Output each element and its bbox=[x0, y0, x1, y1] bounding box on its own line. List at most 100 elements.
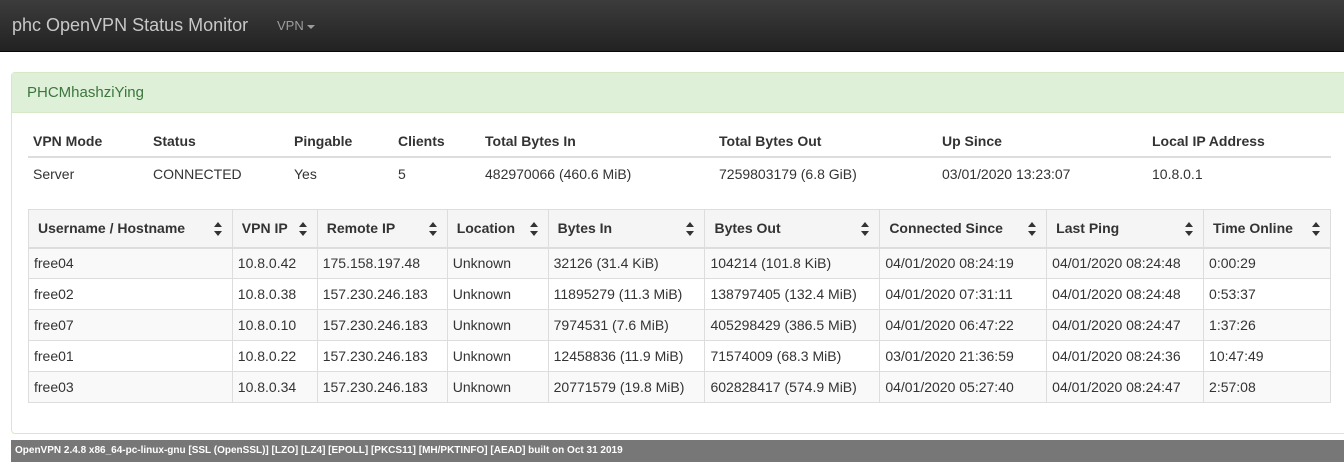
column-header-vpn-ip[interactable]: VPN IP bbox=[231, 209, 318, 249]
panel-title: PHCMhashziYing bbox=[27, 84, 144, 101]
cell-time-online: 10:47:49 bbox=[1203, 340, 1331, 372]
cell-location: Unknown bbox=[446, 340, 549, 372]
info-up-since: 03/01/2020 13:23:07 bbox=[942, 165, 1071, 182]
cell-connected-since: 04/01/2020 07:31:11 bbox=[879, 278, 1048, 310]
cell-connected-since: 04/01/2020 05:27:40 bbox=[879, 371, 1048, 403]
info-header-up-since: Up Since bbox=[937, 125, 1147, 158]
column-header-bytes-in[interactable]: Bytes In bbox=[547, 209, 706, 249]
column-header-label: Time Online bbox=[1213, 220, 1293, 237]
sort-icon bbox=[213, 222, 222, 236]
column-header-bytes-out[interactable]: Bytes Out bbox=[704, 209, 881, 249]
cell-time-online: 1:37:26 bbox=[1203, 309, 1331, 341]
table-row: free01 10.8.0.22 157.230.246.183 Unknown… bbox=[28, 340, 1331, 372]
cell-last-ping: 04/01/2020 08:24:48 bbox=[1046, 247, 1205, 279]
server-info-header-row: VPN Mode Status Pingable Clients Total B… bbox=[28, 125, 1331, 158]
cell-bytes-out: 104214 (101.8 KiB) bbox=[704, 247, 881, 279]
cell-time-online: 2:57:08 bbox=[1203, 371, 1331, 403]
column-header-label: Last Ping bbox=[1056, 220, 1120, 237]
cell-vpn-ip: 10.8.0.34 bbox=[231, 371, 318, 403]
column-header-label: Remote IP bbox=[326, 220, 396, 237]
cell-bytes-in: 12458836 (11.9 MiB) bbox=[547, 340, 706, 372]
column-header-location[interactable]: Location bbox=[446, 209, 549, 249]
app-brand[interactable]: phc OpenVPN Status Monitor bbox=[12, 15, 248, 36]
vpn-dropdown-label: VPN bbox=[277, 18, 304, 33]
server-info-table: VPN Mode Status Pingable Clients Total B… bbox=[28, 125, 1331, 189]
cell-username: free04 bbox=[28, 247, 233, 279]
sort-icon bbox=[529, 222, 538, 236]
sessions-table: Username / Hostname VPN IP Remote IP Loc… bbox=[28, 209, 1331, 403]
column-header-label: Bytes Out bbox=[714, 220, 781, 237]
cell-connected-since: 03/01/2020 21:36:59 bbox=[879, 340, 1048, 372]
column-header-label: Bytes In bbox=[557, 220, 613, 237]
info-total-bytes-in: 482970066 (460.6 MiB) bbox=[485, 165, 632, 182]
cell-bytes-out: 138797405 (132.4 MiB) bbox=[704, 278, 881, 310]
cell-bytes-in: 7974531 (7.6 MiB) bbox=[547, 309, 706, 341]
info-pingable: Yes bbox=[294, 165, 317, 182]
sort-icon bbox=[1185, 222, 1194, 236]
cell-last-ping: 04/01/2020 08:24:47 bbox=[1046, 371, 1205, 403]
sort-icon bbox=[428, 222, 437, 236]
panel-heading: PHCMhashziYing bbox=[12, 73, 1344, 113]
cell-bytes-in: 32126 (31.4 KiB) bbox=[547, 247, 706, 279]
column-header-label: Location bbox=[456, 220, 516, 237]
info-header-total-bytes-out: Total Bytes Out bbox=[714, 125, 937, 158]
cell-location: Unknown bbox=[446, 371, 549, 403]
vpn-panel: PHCMhashziYing VPN Mode Status Pingable … bbox=[11, 72, 1344, 434]
cell-bytes-out: 405298429 (386.5 MiB) bbox=[704, 309, 881, 341]
info-total-bytes-out: 7259803179 (6.8 GiB) bbox=[719, 165, 857, 182]
info-header-clients: Clients bbox=[393, 125, 480, 158]
cell-bytes-out: 602828417 (574.9 MiB) bbox=[704, 371, 881, 403]
server-info-row: Server CONNECTED Yes 5 482970066 (460.6 … bbox=[28, 157, 1331, 189]
info-header-total-bytes-in: Total Bytes In bbox=[480, 125, 714, 158]
cell-time-online: 0:00:29 bbox=[1203, 247, 1331, 279]
cell-last-ping: 04/01/2020 08:24:48 bbox=[1046, 278, 1205, 310]
version-footer: OpenVPN 2.4.8 x86_64-pc-linux-gnu [SSL (… bbox=[11, 440, 1344, 462]
cell-remote-ip: 175.158.197.48 bbox=[316, 247, 448, 279]
sort-icon bbox=[1028, 222, 1037, 236]
navbar: phc OpenVPN Status Monitor VPN bbox=[0, 0, 1344, 52]
cell-connected-since: 04/01/2020 06:47:22 bbox=[879, 309, 1048, 341]
cell-vpn-ip: 10.8.0.38 bbox=[231, 278, 318, 310]
cell-remote-ip: 157.230.246.183 bbox=[316, 309, 448, 341]
cell-bytes-out: 71574009 (68.3 MiB) bbox=[704, 340, 881, 372]
cell-remote-ip: 157.230.246.183 bbox=[316, 340, 448, 372]
info-local-ip: 10.8.0.1 bbox=[1152, 165, 1203, 182]
cell-last-ping: 04/01/2020 08:24:36 bbox=[1046, 340, 1205, 372]
column-header-username[interactable]: Username / Hostname bbox=[28, 209, 233, 249]
cell-remote-ip: 157.230.246.183 bbox=[316, 371, 448, 403]
sort-icon bbox=[1312, 222, 1320, 236]
column-header-time-online[interactable]: Time Online bbox=[1203, 209, 1331, 249]
info-status: CONNECTED bbox=[153, 165, 242, 182]
table-row: free02 10.8.0.38 157.230.246.183 Unknown… bbox=[28, 278, 1331, 310]
table-row: free03 10.8.0.34 157.230.246.183 Unknown… bbox=[28, 371, 1331, 403]
info-header-vpn-mode: VPN Mode bbox=[28, 125, 148, 158]
info-vpn-mode: Server bbox=[33, 165, 75, 182]
table-row: free07 10.8.0.10 157.230.246.183 Unknown… bbox=[28, 309, 1331, 341]
cell-location: Unknown bbox=[446, 278, 549, 310]
cell-vpn-ip: 10.8.0.42 bbox=[231, 247, 318, 279]
column-header-last-ping[interactable]: Last Ping bbox=[1046, 209, 1205, 249]
cell-username: free02 bbox=[28, 278, 233, 310]
sort-icon bbox=[298, 222, 307, 236]
info-clients: 5 bbox=[398, 165, 406, 182]
cell-username: free03 bbox=[28, 371, 233, 403]
cell-last-ping: 04/01/2020 08:24:47 bbox=[1046, 309, 1205, 341]
cell-location: Unknown bbox=[446, 247, 549, 279]
cell-username: free07 bbox=[28, 309, 233, 341]
cell-location: Unknown bbox=[446, 309, 549, 341]
column-header-connected-since[interactable]: Connected Since bbox=[879, 209, 1048, 249]
cell-remote-ip: 157.230.246.183 bbox=[316, 278, 448, 310]
cell-time-online: 0:53:37 bbox=[1203, 278, 1331, 310]
cell-bytes-in: 20771579 (19.8 MiB) bbox=[547, 371, 706, 403]
info-header-pingable: Pingable bbox=[289, 125, 393, 158]
cell-username: free01 bbox=[28, 340, 233, 372]
vpn-dropdown[interactable]: VPN bbox=[277, 18, 315, 33]
cell-vpn-ip: 10.8.0.22 bbox=[231, 340, 318, 372]
sessions-header-row: Username / Hostname VPN IP Remote IP Loc… bbox=[28, 209, 1331, 249]
info-header-status: Status bbox=[148, 125, 289, 158]
column-header-remote-ip[interactable]: Remote IP bbox=[316, 209, 448, 249]
sort-icon bbox=[861, 222, 870, 236]
info-header-local-ip: Local IP Address bbox=[1147, 125, 1331, 158]
version-text: OpenVPN 2.4.8 x86_64-pc-linux-gnu [SSL (… bbox=[15, 445, 623, 456]
column-header-label: VPN IP bbox=[241, 220, 288, 237]
